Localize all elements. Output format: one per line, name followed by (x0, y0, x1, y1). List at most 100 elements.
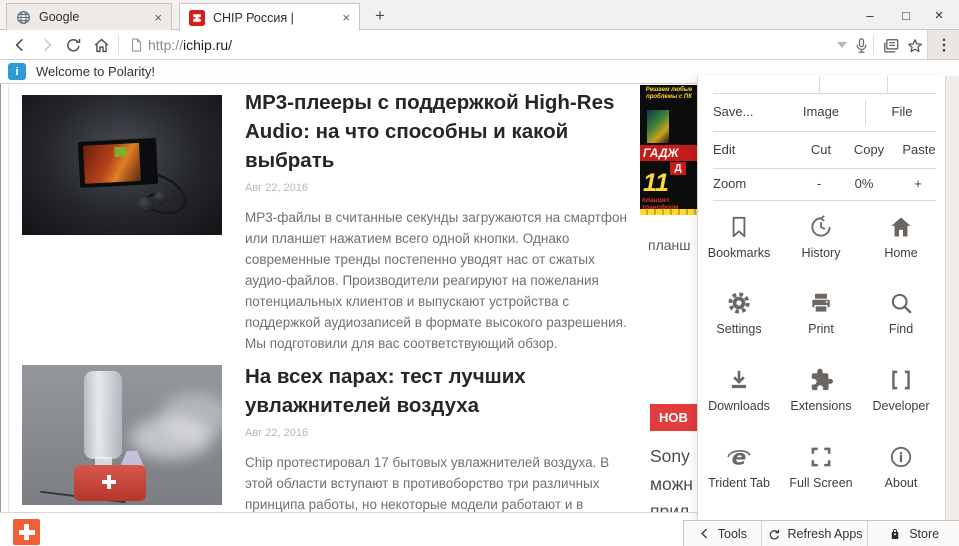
article-title[interactable]: На всех парах: тест лучших увлажнителей … (245, 362, 635, 420)
zoom-value: 0% (855, 168, 874, 200)
history-icon (808, 214, 834, 240)
magazine-top-text: Решаем любые проблемы с ПК (640, 85, 698, 101)
save-file-button[interactable]: File (892, 93, 913, 131)
article-2: На всех парах: тест лучших увлажнителей … (245, 362, 635, 515)
toolbar-divider (873, 35, 874, 55)
info-icon: i (8, 63, 26, 80)
cut-button[interactable]: Cut (811, 131, 831, 168)
menu-item-print[interactable]: Print (781, 290, 861, 362)
tab-title: CHIP Россия | (213, 11, 334, 25)
article-excerpt: MP3-файлы в считанные секунды загружаютс… (245, 207, 635, 354)
magazine-band-text: ГАДЖ (640, 145, 698, 161)
earbud-graphic (138, 197, 154, 213)
bookmark-icon (726, 214, 752, 240)
url-field[interactable]: http://ichip.ru/ (148, 30, 232, 59)
maximize-button[interactable]: □ (890, 0, 922, 30)
refresh-icon[interactable] (64, 36, 83, 55)
magazine-number: 11 (643, 171, 669, 196)
earbud-graphic (154, 191, 167, 204)
tab-chip[interactable]: CHIP Россия | × (179, 3, 360, 31)
teaser-line: можн (650, 471, 693, 499)
menu-item-bookmarks[interactable]: Bookmarks (699, 214, 779, 286)
article-1: MP3-плееры с поддержкой High-Res Audio: … (245, 88, 635, 354)
article-image-mp3[interactable] (22, 95, 222, 235)
bookmark-star-icon[interactable] (905, 36, 925, 56)
minimize-button[interactable]: – (854, 0, 886, 30)
menu-item-settings[interactable]: Settings (699, 290, 779, 362)
reading-list-icon[interactable] (881, 36, 901, 56)
edit-label: Edit (713, 131, 735, 168)
search-icon (888, 290, 914, 316)
tab-close-button[interactable]: × (154, 11, 162, 24)
titlebar: Google × CHIP Россия | × + – □ × (0, 0, 959, 30)
gear-icon (726, 290, 752, 316)
menu-item-developer[interactable]: Developer (861, 367, 941, 439)
tab-close-button[interactable]: × (342, 11, 350, 24)
zoom-in-button[interactable]: + (914, 168, 922, 200)
menu-divider-tick (887, 76, 888, 93)
dots-icon (935, 36, 953, 54)
tab-title: Google (39, 10, 146, 24)
back-icon[interactable] (11, 36, 29, 54)
url-scheme: http:// (148, 37, 183, 53)
save-image-button[interactable]: Image (803, 93, 839, 131)
microphone-icon[interactable] (852, 36, 871, 55)
globe-icon (16, 10, 31, 25)
url-host: ichip.ru/ (183, 37, 232, 53)
zoom-label: Zoom (713, 168, 746, 200)
content-left-border (8, 84, 9, 512)
humidifier-graphic (74, 465, 146, 501)
menu-save-row: Save... Image File (713, 93, 935, 131)
notification-text: Welcome to Polarity! (36, 64, 155, 79)
menu-divider (713, 200, 936, 201)
copy-button[interactable]: Copy (854, 131, 884, 168)
article-excerpt: Chip протестировал 17 бытовых увлажнител… (245, 452, 635, 515)
browser-menu: Save... Image File Edit Cut Copy Paste Z… (697, 76, 945, 520)
side-caption: планш (648, 237, 691, 253)
url-dropdown-icon[interactable] (837, 42, 847, 48)
home-icon[interactable] (92, 36, 111, 55)
menu-item-home[interactable]: Home (861, 214, 941, 286)
trident-e-icon: e (726, 444, 752, 470)
close-button[interactable]: × (923, 0, 955, 30)
tab-google[interactable]: Google × (6, 3, 172, 30)
menu-scrollbar[interactable] (945, 76, 959, 520)
menu-item-history[interactable]: History (781, 214, 861, 286)
svg-text:e: e (732, 446, 747, 470)
home-filled-icon (888, 214, 914, 240)
article-image-humidifier[interactable] (22, 365, 222, 505)
article-date: Авг 22, 2016 (245, 182, 635, 194)
menu-item-full-screen[interactable]: Full Screen (781, 444, 861, 516)
menu-divider-tick (819, 76, 820, 93)
refresh-apps-button[interactable]: Refresh Apps (762, 521, 869, 546)
paste-button[interactable]: Paste (902, 131, 935, 168)
store-bag-icon (888, 527, 902, 541)
article-title[interactable]: MP3-плееры с поддержкой High-Res Audio: … (245, 88, 635, 175)
new-badge: НОВ (650, 404, 697, 431)
printer-icon (808, 290, 834, 316)
magazine-cover-banner[interactable]: Решаем любые проблемы с ПК ГАДЖ Д 11 пла… (640, 85, 698, 215)
refresh-apps-icon (767, 527, 781, 541)
fullscreen-icon (808, 444, 834, 470)
zoom-out-button[interactable]: - (817, 168, 821, 200)
download-icon (726, 367, 752, 393)
article-date: Авг 22, 2016 (245, 427, 635, 439)
menu-bottom-bar: Tools Refresh Apps Store (683, 520, 959, 546)
magazine-strip-graphic (640, 209, 698, 215)
menu-dots-button[interactable] (927, 30, 959, 59)
forward-icon[interactable] (38, 36, 56, 54)
magazine-band-text2: Д (670, 162, 686, 175)
new-tab-button[interactable]: + (368, 4, 392, 28)
menu-item-downloads[interactable]: Downloads (699, 367, 779, 439)
menu-item-find[interactable]: Find (861, 290, 941, 362)
plus-icon[interactable] (13, 519, 40, 545)
store-button[interactable]: Store (868, 521, 959, 546)
chip-logo-icon (189, 10, 205, 26)
menu-item-extensions[interactable]: Extensions (781, 367, 861, 439)
menu-item-about[interactable]: i About (861, 444, 941, 516)
tools-button[interactable]: Tools (684, 521, 762, 546)
steam-graphic (160, 393, 222, 439)
menu-item-trident-tab[interactable]: e Trident Tab (699, 444, 779, 516)
earbud-cable-graphic (22, 95, 222, 235)
svg-text:i: i (899, 451, 903, 466)
